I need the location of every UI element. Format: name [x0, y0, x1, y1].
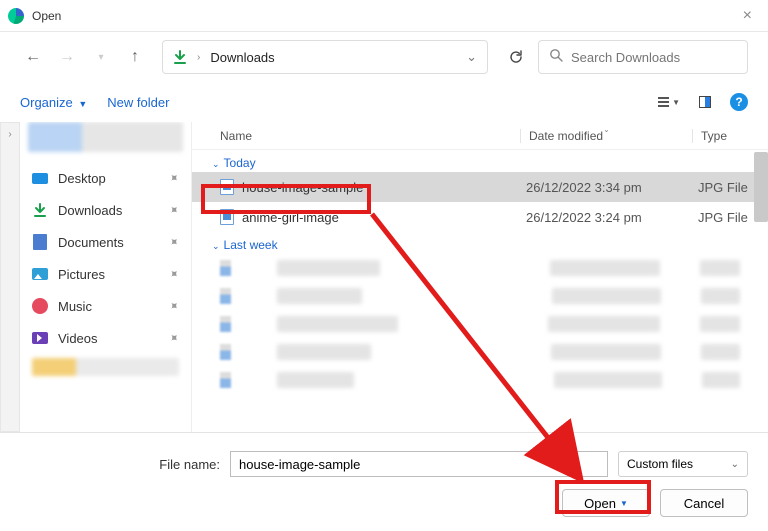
- annotation-arrow: [0, 0, 768, 523]
